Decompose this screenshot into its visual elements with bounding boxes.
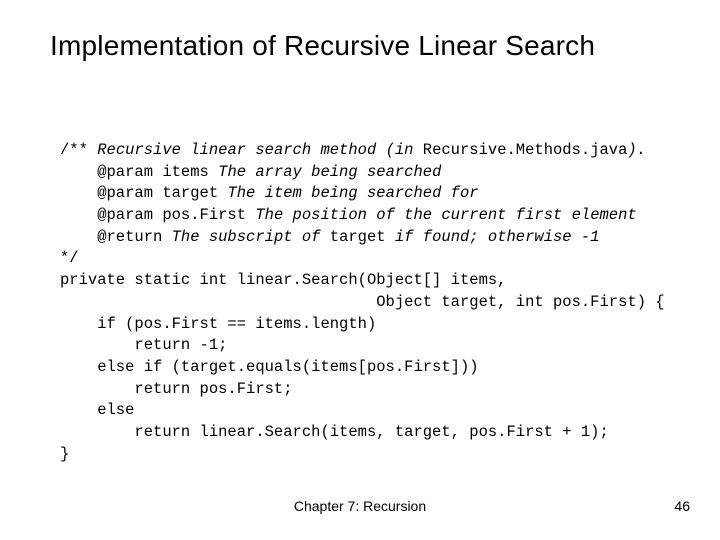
code-line-14: return linear.Search(items, target, pos.… [60, 423, 609, 441]
code-line-12: return pos.First; [60, 380, 293, 398]
code-line-5d: if found; otherwise -1 [386, 228, 600, 246]
slide: Implementation of Recursive Linear Searc… [0, 0, 720, 540]
code-line-2a: @param items [60, 163, 218, 181]
code-line-13: else [60, 401, 134, 419]
code-line-2b: The array being searched [218, 163, 441, 181]
code-line-3b: The item being searched for [227, 184, 478, 202]
code-line-1c: Recursive.Methods.java [423, 141, 628, 159]
code-line-6: */ [60, 249, 79, 267]
code-line-9: if (pos.First == items.length) [60, 315, 376, 333]
code-line-5c: target [330, 228, 386, 246]
code-line-1d: ). [627, 141, 646, 159]
chapter-label: Chapter 7: Recursion [0, 498, 720, 514]
code-line-5a: @return [60, 228, 172, 246]
code-line-5b: The subscript of [172, 228, 330, 246]
code-line-4b: The position of the current first elemen… [255, 206, 636, 224]
code-line-3a: @param target [60, 184, 227, 202]
code-line-10: return -1; [60, 336, 227, 354]
page-number: 46 [674, 498, 690, 514]
code-line-1a: /** [60, 141, 97, 159]
code-line-8: Object target, int pos.First) { [60, 293, 665, 311]
slide-title: Implementation of Recursive Linear Searc… [50, 30, 690, 62]
code-line-1b: Recursive linear search method (in [97, 141, 423, 159]
code-line-4a: @param pos.First [60, 206, 255, 224]
code-line-15: } [60, 445, 69, 463]
code-line-11: else if (target.equals(items[pos.First])… [60, 358, 479, 376]
code-block: /** Recursive linear search method (in R… [60, 140, 680, 465]
code-line-7: private static int linear.Search(Object[… [60, 271, 506, 289]
